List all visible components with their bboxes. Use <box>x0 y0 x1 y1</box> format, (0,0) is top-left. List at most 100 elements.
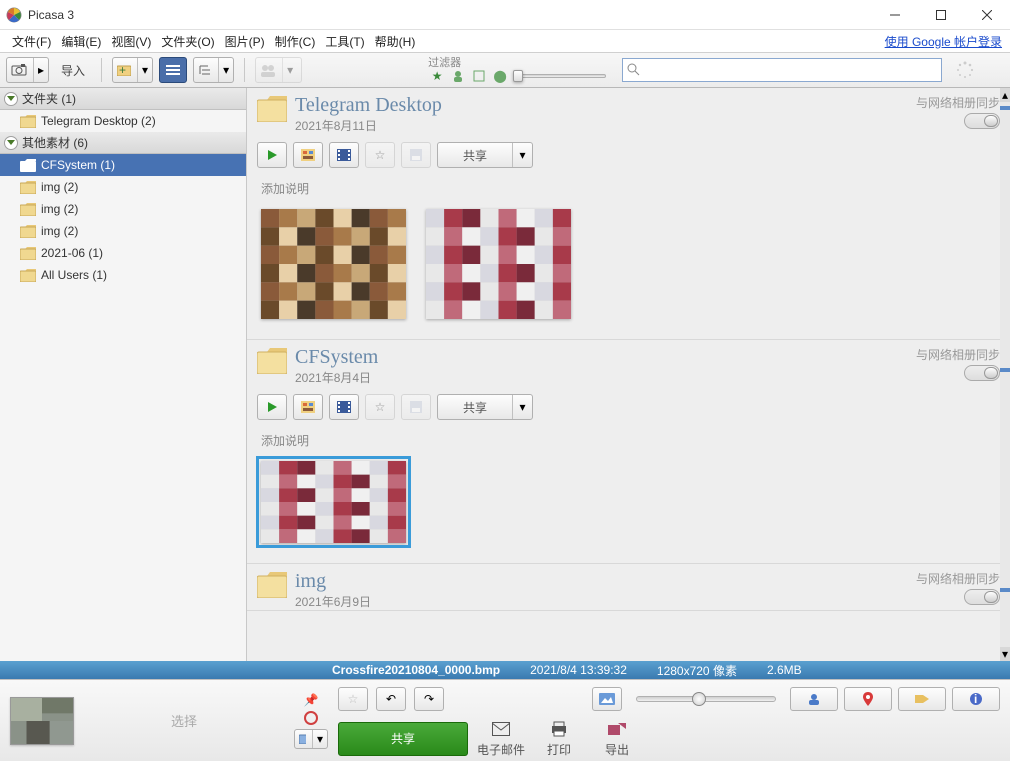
print-button[interactable]: 打印 <box>534 719 584 758</box>
tag-button[interactable] <box>898 687 946 711</box>
create-collage-button[interactable] <box>293 394 323 420</box>
album-thumbs <box>247 201 1010 339</box>
create-collage-button[interactable] <box>293 142 323 168</box>
sidebar-other-item[interactable]: img (2) <box>0 198 246 220</box>
chevron-down-icon: ▾ <box>512 143 532 167</box>
pin-icon[interactable]: 📌 <box>304 693 319 707</box>
filter-album-icon[interactable] <box>470 67 488 85</box>
save-button[interactable] <box>401 142 431 168</box>
filter-date-slider[interactable] <box>516 74 606 78</box>
sidebar-folders-header-label: 文件夹 (1) <box>22 90 76 107</box>
statusbar: Crossfire20210804_0000.bmp 2021/8/4 13:3… <box>0 661 1010 679</box>
chevron-down-icon: ▾ <box>137 58 152 82</box>
album-header: img 2021年6月9日 与网络相册同步 <box>247 564 1010 610</box>
star-album-button[interactable]: ☆ <box>365 394 395 420</box>
rotate-right-button[interactable]: ↷ <box>414 687 444 711</box>
share-button[interactable]: 共享 <box>338 722 468 756</box>
sync-toggle[interactable] <box>964 365 1000 381</box>
status-datetime: 2021/8/4 13:39:32 <box>530 663 627 677</box>
people-button[interactable]: ▾ <box>255 57 302 83</box>
geotag-button[interactable] <box>844 687 892 711</box>
info-button[interactable]: i <box>952 687 1000 711</box>
sidebar-other-item[interactable]: img (2) <box>0 176 246 198</box>
photo-thumbnail[interactable] <box>426 209 571 319</box>
menu-file[interactable]: 文件(F) <box>8 31 55 52</box>
sidebar-other-item[interactable]: CFSystem (1) <box>0 154 246 176</box>
import-source-button[interactable]: ▸ <box>6 57 49 83</box>
import-label[interactable]: 导入 <box>55 62 91 79</box>
minimize-button[interactable] <box>872 0 918 29</box>
star-button[interactable]: ☆ <box>338 687 368 711</box>
sidebar-other-header[interactable]: 其他素材 (6) <box>0 132 246 154</box>
star-album-button[interactable]: ☆ <box>365 142 395 168</box>
album-title[interactable]: img <box>295 570 371 593</box>
loading-spinner-icon <box>956 61 974 79</box>
photo-thumbnail[interactable] <box>261 461 406 543</box>
create-movie-button[interactable] <box>329 142 359 168</box>
zoom-slider[interactable] <box>636 696 776 702</box>
menu-view[interactable]: 视图(V) <box>107 31 155 52</box>
menu-help[interactable]: 帮助(H) <box>371 31 420 52</box>
bottombar: 选择 📌 ▾ ☆ ↶ ↷ i 共享 <box>0 679 1010 761</box>
play-slideshow-button[interactable] <box>257 142 287 168</box>
menu-folder[interactable]: 文件夹(O) <box>157 31 218 52</box>
sidebar-other-item[interactable]: All Users (1) <box>0 264 246 286</box>
view-list-button[interactable] <box>159 57 187 83</box>
content-area: Telegram Desktop 2021年8月11日 与网络相册同步 ☆ 共享… <box>247 88 1010 661</box>
maximize-button[interactable] <box>918 0 964 29</box>
sync-label: 与网络相册同步 <box>916 94 1000 111</box>
menu-create[interactable]: 制作(C) <box>271 31 320 52</box>
filter-geo-icon[interactable]: ⬤ <box>491 67 509 85</box>
tray-thumbnail[interactable] <box>10 697 74 745</box>
album-caption[interactable]: 添加说明 <box>247 428 1010 453</box>
rotate-left-button[interactable]: ↶ <box>376 687 406 711</box>
album-title[interactable]: Telegram Desktop <box>295 94 442 117</box>
album-actions: ☆ 共享▾ <box>247 134 1010 176</box>
zoom-fit-button[interactable] <box>592 687 622 711</box>
view-tree-button[interactable]: ▾ <box>193 57 234 83</box>
album-share-button[interactable]: 共享▾ <box>437 394 533 420</box>
sidebar-folders-header[interactable]: 文件夹 (1) <box>0 88 246 110</box>
sync-toggle[interactable] <box>964 589 1000 605</box>
tray-add-button[interactable]: ▾ <box>294 729 328 749</box>
scroll-down-icon[interactable]: ▾ <box>1000 647 1010 661</box>
album-title[interactable]: CFSystem <box>295 346 378 369</box>
sidebar-folder-item[interactable]: Telegram Desktop (2) <box>0 110 246 132</box>
sidebar-other-item[interactable]: img (2) <box>0 220 246 242</box>
picasa-logo-icon <box>6 7 22 23</box>
scroll-up-icon[interactable]: ▴ <box>1000 88 1010 102</box>
menubar: 文件(F) 编辑(E) 视图(V) 文件夹(O) 图片(P) 制作(C) 工具(… <box>0 30 1010 52</box>
close-button[interactable] <box>964 0 1010 29</box>
chevron-down-icon: ▾ <box>312 730 327 748</box>
album-share-button[interactable]: 共享▾ <box>437 142 533 168</box>
google-login-link[interactable]: 使用 Google 帐户登录 <box>885 33 1002 50</box>
tray-label: 选择 <box>84 711 284 730</box>
create-movie-button[interactable] <box>329 394 359 420</box>
clear-tray-icon[interactable] <box>304 711 318 725</box>
add-folder-button[interactable]: + ▾ <box>112 57 153 83</box>
album-share-label: 共享 <box>438 147 512 164</box>
menu-picture[interactable]: 图片(P) <box>221 31 269 52</box>
sidebar-item-label: 2021-06 (1) <box>41 246 103 260</box>
save-button[interactable] <box>401 394 431 420</box>
search-input[interactable] <box>622 58 942 82</box>
sidebar-other-item[interactable]: 2021-06 (1) <box>0 242 246 264</box>
status-dimensions: 1280x720 像素 <box>657 662 737 679</box>
menu-tools[interactable]: 工具(T) <box>321 31 368 52</box>
email-button[interactable]: 电子邮件 <box>476 719 526 758</box>
export-button[interactable]: 导出 <box>592 719 642 758</box>
menu-edit[interactable]: 编辑(E) <box>57 31 105 52</box>
content-scrollbar[interactable]: ▴ ▾ <box>1000 88 1010 661</box>
photo-thumbnail[interactable] <box>261 209 406 319</box>
album-caption[interactable]: 添加说明 <box>247 176 1010 201</box>
tag-person-button[interactable] <box>790 687 838 711</box>
print-label: 打印 <box>547 741 571 758</box>
sync-toggle[interactable] <box>964 113 1000 129</box>
album-actions: ☆ 共享▾ <box>247 386 1010 428</box>
status-size: 2.6MB <box>767 663 802 677</box>
album-header: CFSystem 2021年8月4日 与网络相册同步 <box>247 340 1010 386</box>
album-date: 2021年8月4日 <box>295 369 378 386</box>
play-slideshow-button[interactable] <box>257 394 287 420</box>
sidebar-item-label: All Users (1) <box>41 268 107 282</box>
print-icon <box>550 719 568 739</box>
